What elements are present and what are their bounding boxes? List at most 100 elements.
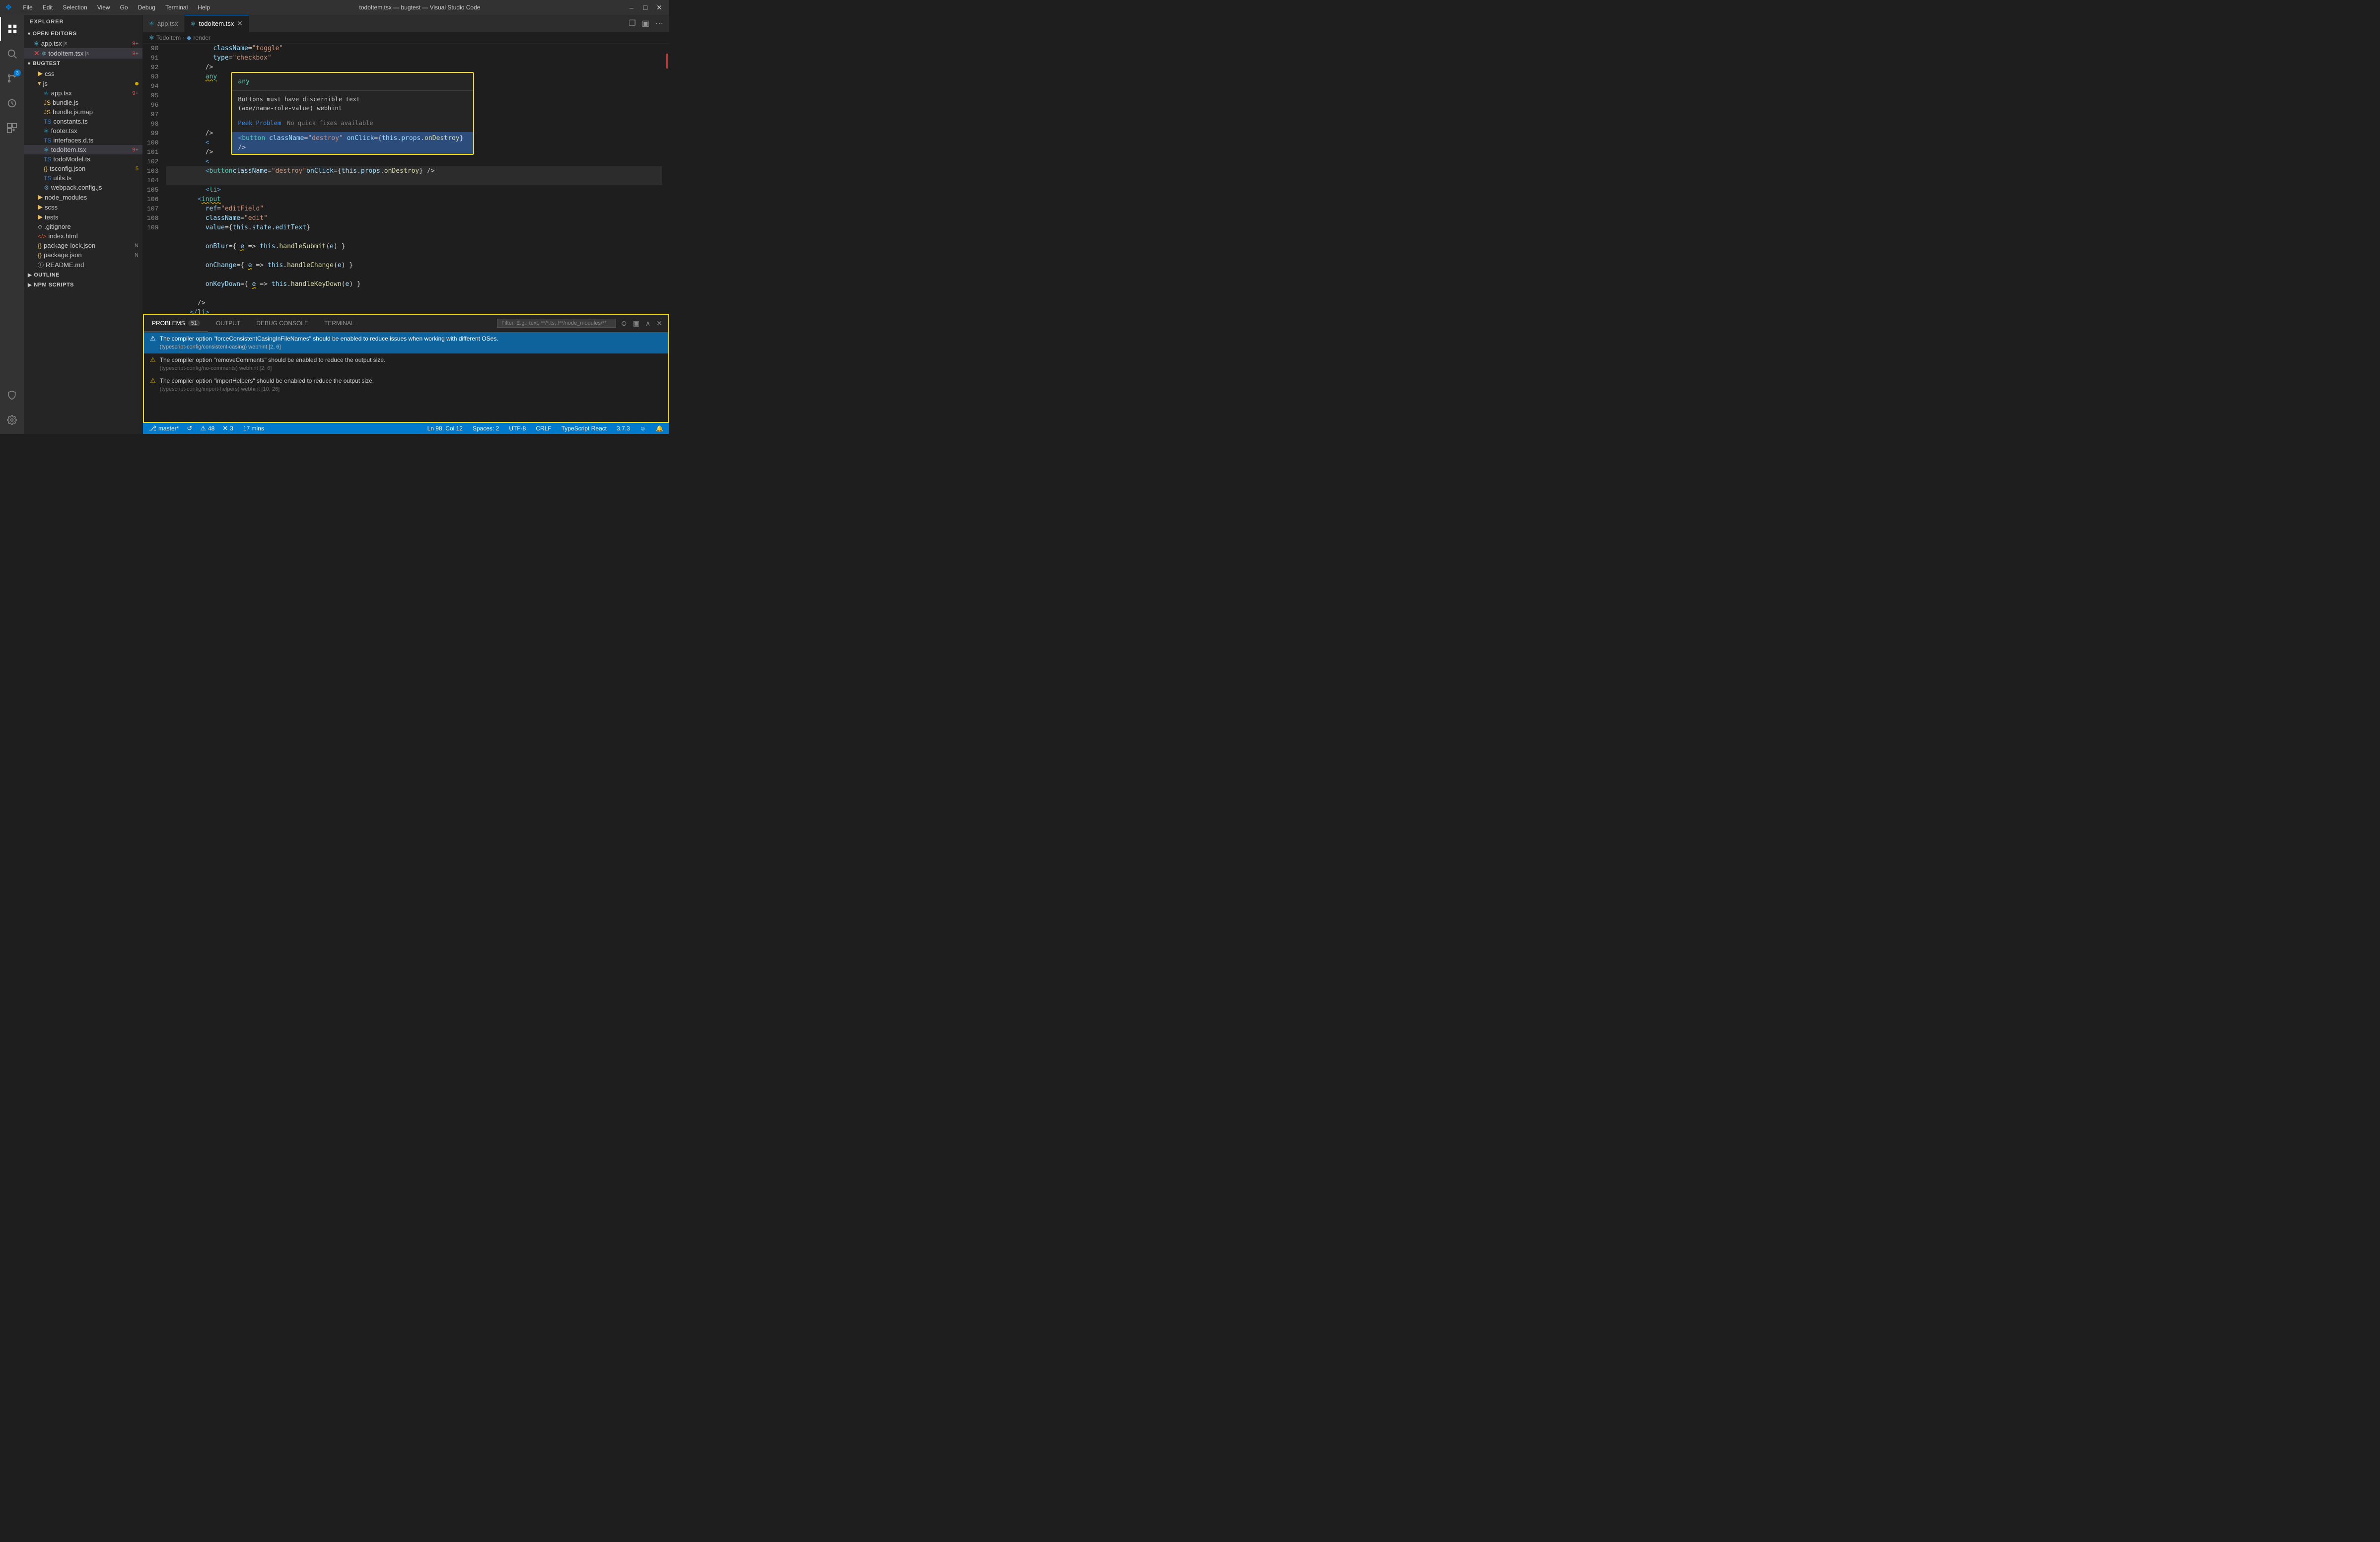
status-version[interactable]: 3.7.3 <box>615 425 632 432</box>
tab-terminal[interactable]: TERMINAL <box>316 315 362 332</box>
status-encoding[interactable]: UTF-8 <box>507 425 528 432</box>
file-badge: 9+ <box>132 51 139 57</box>
status-position[interactable]: Ln 98, Col 12 <box>425 425 465 432</box>
editor-scrollbar[interactable] <box>664 44 669 314</box>
peek-problem-link[interactable]: Peek Problem <box>238 119 281 128</box>
problem-item-1[interactable]: ⚠ The compiler option "removeComments" s… <box>144 353 668 375</box>
activity-bar: 3 <box>0 15 24 434</box>
tab-output[interactable]: OUTPUT <box>208 315 248 332</box>
css-folder[interactable]: ▶css <box>24 69 142 78</box>
status-errors[interactable]: ✕ 3 <box>220 424 235 432</box>
status-eol[interactable]: CRLF <box>534 425 553 432</box>
status-language[interactable]: TypeScript React <box>560 425 609 432</box>
open-editor-app-tsx[interactable]: ⚛ app.tsx js 9+ <box>24 39 142 48</box>
extensions-activity-icon[interactable] <box>0 116 24 140</box>
status-spaces[interactable]: Spaces: 2 <box>471 425 501 432</box>
code-editor[interactable]: 90 91 92 93 94 95 96 97 98 99 100 101 10… <box>143 44 669 314</box>
collapse-all-button[interactable]: ▣ <box>631 318 641 329</box>
gitignore-file[interactable]: ◇ .gitignore <box>24 222 142 231</box>
editor-area: ⚛ app.tsx ⚛ todoItem.tsx ✕ ❐ ▣ ⋯ ⚛ TodoI… <box>143 15 669 434</box>
interfaces-d-ts-file[interactable]: TS interfaces.d.ts <box>24 136 142 145</box>
tab-bar: ⚛ app.tsx ⚛ todoItem.tsx ✕ ❐ ▣ ⋯ <box>143 15 669 32</box>
react-icon: ⚛ <box>191 20 196 27</box>
utils-ts-file[interactable]: TS utils.ts <box>24 173 142 183</box>
split-editor-button[interactable]: ❐ <box>627 17 638 29</box>
sidebar-title: EXPLORER <box>24 15 142 29</box>
tab-debug-console[interactable]: DEBUG CONSOLE <box>248 315 316 332</box>
titlebar: ❖ File Edit Selection View Go Debug Term… <box>0 0 669 15</box>
status-branch[interactable]: ⎇ master* <box>147 424 181 432</box>
status-warnings[interactable]: ⚠ 48 <box>198 424 216 432</box>
js-folder[interactable]: ▾js <box>24 78 142 88</box>
editor-popup[interactable]: any Buttons must have discernible text (… <box>231 72 474 155</box>
filter-icon[interactable]: ⊜ <box>619 318 629 329</box>
todoitem-tsx-file[interactable]: ⚛ todoItem.tsx 9+ <box>24 145 142 154</box>
close-button[interactable]: ✕ <box>654 2 664 12</box>
tab-problems[interactable]: PROBLEMS 51 <box>144 315 208 332</box>
breadcrumb-item[interactable]: TodoItem <box>156 34 181 41</box>
constants-ts-file[interactable]: TS constants.ts <box>24 117 142 126</box>
breadcrumb-item[interactable]: render <box>193 34 210 41</box>
status-sync[interactable]: ↺ <box>185 424 194 432</box>
code-line-101: ref="editField" <box>166 204 662 213</box>
menu-terminal[interactable]: Terminal <box>162 3 191 12</box>
code-content[interactable]: className="toggle" type="checkbox" /> an <box>164 44 664 314</box>
panel-actions: ⊜ ▣ ∧ ✕ <box>619 318 664 329</box>
breadcrumb-icon: ◆ <box>187 34 191 41</box>
menu-debug[interactable]: Debug <box>135 3 158 12</box>
tsconfig-json-file[interactable]: {} tsconfig.json 5 <box>24 164 142 173</box>
readme-md-file[interactable]: ⓘ README.md <box>24 260 142 270</box>
tab-todoitem-tsx[interactable]: ⚛ todoItem.tsx ✕ <box>185 15 249 32</box>
debug-activity-icon[interactable] <box>0 91 24 115</box>
app-tsx-file[interactable]: ⚛ app.tsx 9+ <box>24 88 142 98</box>
folder-icon: ▾ <box>38 79 41 87</box>
menu-help[interactable]: Help <box>195 3 213 12</box>
menu-go[interactable]: Go <box>117 3 131 12</box>
package-json-file[interactable]: {} package.json N <box>24 250 142 260</box>
panel-up-button[interactable]: ∧ <box>643 318 652 329</box>
menu-file[interactable]: File <box>20 3 35 12</box>
explorer-activity-icon[interactable] <box>0 17 24 41</box>
settings-activity-icon[interactable] <box>0 408 24 432</box>
panel-close-button[interactable]: ✕ <box>654 318 664 329</box>
package-lock-json-file[interactable]: {} package-lock.json N <box>24 241 142 250</box>
layout-button[interactable]: ▣ <box>640 17 651 29</box>
bugtest-folder-header[interactable]: ▾ BUGTEST <box>24 59 142 69</box>
todomodel-ts-file[interactable]: TS todoModel.ts <box>24 154 142 164</box>
scss-folder[interactable]: ▶scss <box>24 202 142 212</box>
menu-selection[interactable]: Selection <box>60 3 90 12</box>
js-file-icon: JS <box>44 109 51 116</box>
tab-app-tsx[interactable]: ⚛ app.tsx <box>143 15 185 32</box>
source-control-activity-icon[interactable]: 3 <box>0 67 24 90</box>
filter-input[interactable] <box>497 319 616 328</box>
popup-actions: Peek Problem No quick fixes available <box>232 117 473 132</box>
folder-icon: ▶ <box>38 213 43 221</box>
open-editor-todoitem-tsx[interactable]: ✕ ⚛ todoItem.tsx js 9+ <box>24 48 142 59</box>
problem-item-0[interactable]: ⚠ The compiler option "forceConsistentCa… <box>144 332 668 353</box>
status-feedback-icon[interactable]: ☺ <box>638 425 648 432</box>
more-actions-button[interactable]: ⋯ <box>653 17 665 29</box>
npm-scripts-header[interactable]: ▶ NPM SCRIPTS <box>24 280 142 290</box>
close-icon[interactable]: ✕ <box>34 49 40 58</box>
file-badge: 9+ <box>132 90 139 96</box>
menu-edit[interactable]: Edit <box>40 3 56 12</box>
search-activity-icon[interactable] <box>0 42 24 66</box>
minimize-button[interactable]: – <box>627 2 636 12</box>
status-notifications-icon[interactable]: 🔔 <box>654 425 665 432</box>
outline-header[interactable]: ▶ OUTLINE <box>24 270 142 280</box>
index-html-file[interactable]: </> index.html <box>24 231 142 241</box>
problem-item-2[interactable]: ⚠ The compiler option "importHelpers" sh… <box>144 374 668 396</box>
open-editors-header[interactable]: ▾ OPEN EDITORS <box>24 29 142 39</box>
maximize-button[interactable]: □ <box>640 2 650 12</box>
menu-view[interactable]: View <box>94 3 113 12</box>
bundle-js-map-file[interactable]: JS bundle.js.map <box>24 107 142 117</box>
remote-activity-icon[interactable] <box>0 383 24 407</box>
panel-tabs: PROBLEMS 51 OUTPUT DEBUG CONSOLE TERMINA… <box>144 315 668 332</box>
bundle-js-file[interactable]: JS bundle.js <box>24 98 142 107</box>
webpack-config-js-file[interactable]: ⚙ webpack.config.js <box>24 183 142 192</box>
tab-close-button[interactable]: ✕ <box>237 19 243 28</box>
tests-folder[interactable]: ▶tests <box>24 212 142 222</box>
problems-panel: PROBLEMS 51 OUTPUT DEBUG CONSOLE TERMINA… <box>143 314 669 423</box>
footer-tsx-file[interactable]: ⚛ footer.tsx <box>24 126 142 136</box>
node-modules-folder[interactable]: ▶node_modules <box>24 192 142 202</box>
